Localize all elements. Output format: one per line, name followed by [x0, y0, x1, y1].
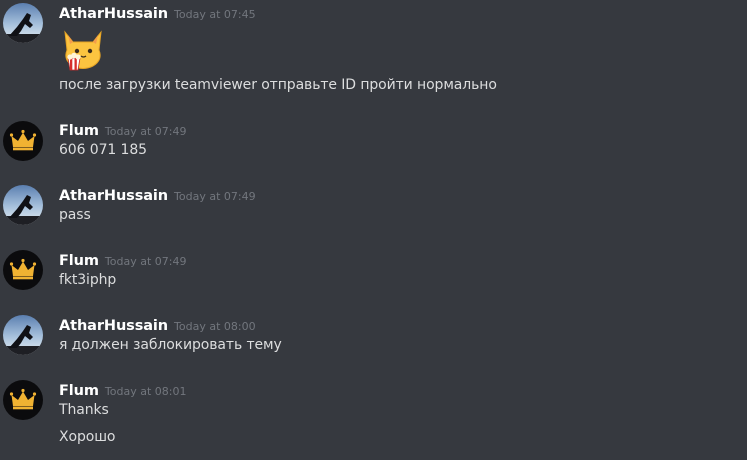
athar-avatar[interactable]	[3, 185, 43, 225]
timestamp: Today at 07:45	[174, 8, 256, 21]
crown-avatar[interactable]	[3, 380, 43, 420]
username[interactable]: Flum	[59, 253, 99, 269]
username[interactable]: AtharHussain	[59, 188, 168, 204]
message-header: Flum Today at 07:49	[59, 120, 186, 139]
message-text: fkt3iphp	[59, 272, 117, 288]
message-text: pass	[59, 207, 91, 223]
username[interactable]: AtharHussain	[59, 318, 168, 334]
message-header: AtharHussain Today at 08:00	[59, 315, 256, 334]
message-text: 606 071 185	[59, 142, 147, 158]
timestamp: Today at 08:00	[174, 320, 256, 333]
message-header: Flum Today at 07:49	[59, 250, 186, 269]
username[interactable]: AtharHussain	[59, 6, 168, 22]
crown-avatar[interactable]	[3, 250, 43, 290]
athar-avatar[interactable]	[3, 3, 43, 43]
cat-popcorn-emoji[interactable]	[59, 24, 107, 72]
message-header: Flum Today at 08:01	[59, 380, 186, 399]
chat-messages: AtharHussain Today at 07:45 после загрузк…	[0, 0, 747, 460]
timestamp: Today at 07:49	[174, 190, 256, 203]
message-header: AtharHussain Today at 07:49	[59, 185, 256, 204]
username[interactable]: Flum	[59, 383, 99, 399]
message-text: после загрузки teamviewer отправьте ID п…	[59, 77, 497, 93]
timestamp: Today at 08:01	[104, 385, 187, 398]
message-header: AtharHussain Today at 07:45	[59, 3, 256, 22]
athar-avatar[interactable]	[3, 315, 43, 355]
username[interactable]: Flum	[59, 123, 99, 139]
crown-avatar[interactable]	[3, 121, 43, 161]
message-text: Thanks	[59, 402, 109, 418]
message-text: я должен заблокировать тему	[59, 337, 282, 353]
timestamp: Today at 07:49	[104, 125, 187, 138]
message-text: Хорошо	[59, 429, 116, 445]
timestamp: Today at 07:49	[104, 255, 187, 268]
